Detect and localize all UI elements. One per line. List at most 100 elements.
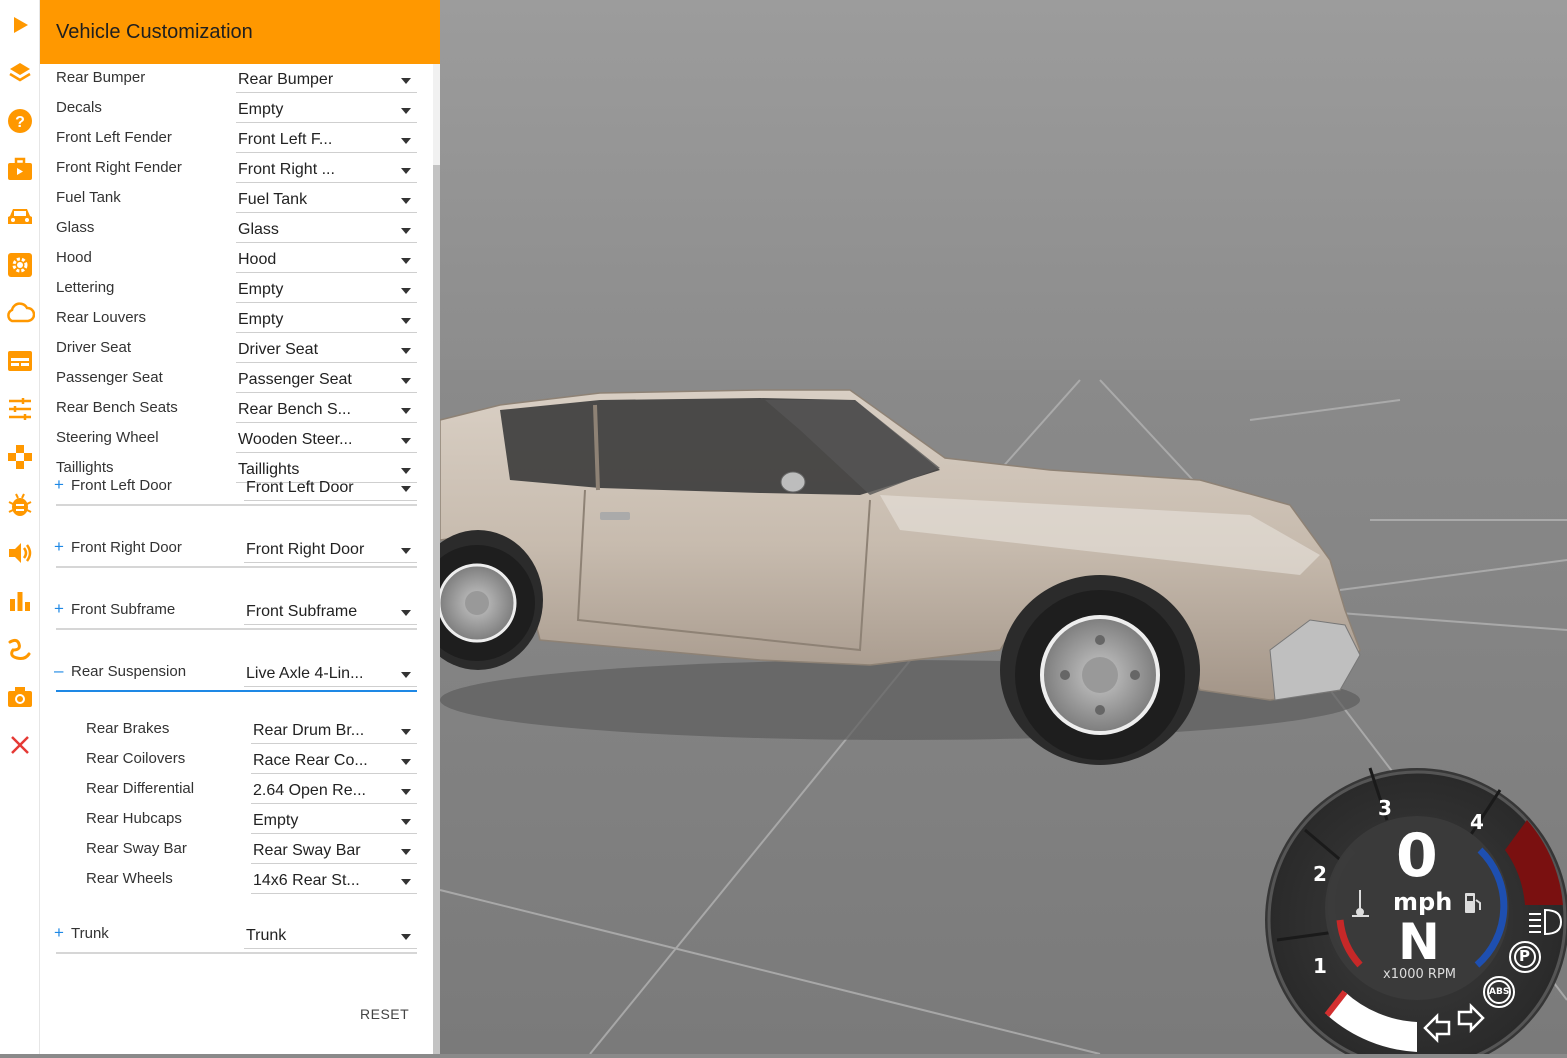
select-hood[interactable]: Hood	[236, 248, 417, 273]
select-front-right-fender[interactable]: Front Right ...	[236, 158, 417, 183]
part-label-hood: Hood	[56, 249, 92, 266]
section-label-rear-suspension[interactable]: Rear Suspension	[71, 663, 186, 680]
chevron-down-icon	[401, 78, 411, 84]
select-glass[interactable]: Glass	[236, 218, 417, 243]
select-steering-wheel[interactable]: Wooden Steer...	[236, 428, 417, 453]
reset-button[interactable]: RESET	[360, 1006, 409, 1022]
part-label-rear-bumper: Rear Bumper	[56, 69, 146, 86]
select-rear-hubcaps[interactable]: Empty	[251, 809, 417, 834]
speedometer-gauge: 1 2 3 4 0 mph N x1000 RPM P ABS	[1265, 760, 1567, 1058]
select-lettering[interactable]: Empty	[236, 278, 417, 303]
settings-gear-icon[interactable]	[5, 250, 35, 280]
rpm-label: x1000 RPM	[1383, 967, 1456, 982]
section-label-front-subframe[interactable]: Front Subframe	[71, 601, 175, 618]
select-front-left-door[interactable]: Front Left Door	[244, 476, 417, 501]
expand-toggle[interactable]: +	[54, 599, 64, 619]
select-front-right-door[interactable]: Front Right Door	[244, 538, 417, 563]
select-rear-wheels[interactable]: 14x6 Rear St...	[251, 869, 417, 894]
volume-icon[interactable]	[5, 538, 35, 568]
select-rear-bench-seats[interactable]: Rear Bench S...	[236, 398, 417, 423]
section-divider-active	[56, 690, 417, 692]
select-trunk[interactable]: Trunk	[244, 924, 417, 949]
part-label-rear-wheels: Rear Wheels	[86, 870, 173, 887]
chevron-down-icon	[401, 849, 411, 855]
chevron-down-icon	[401, 138, 411, 144]
tune-sliders-icon[interactable]	[5, 394, 35, 424]
route-icon[interactable]	[5, 634, 35, 664]
chevron-down-icon	[401, 759, 411, 765]
part-label-lettering: Lettering	[56, 279, 115, 296]
parking-brake-icon: P	[1519, 947, 1530, 965]
chevron-down-icon	[401, 789, 411, 795]
part-label-decals: Decals	[56, 99, 102, 116]
select-front-left-fender[interactable]: Front Left F...	[236, 128, 417, 153]
car-icon[interactable]	[5, 202, 35, 232]
side-icon-bar: ?	[0, 0, 40, 1054]
chevron-down-icon	[401, 288, 411, 294]
select-front-subframe[interactable]: Front Subframe	[244, 600, 417, 625]
bug-icon[interactable]	[5, 490, 35, 520]
select-rear-bumper[interactable]: Rear Bumper	[236, 68, 417, 93]
select-rear-louvers[interactable]: Empty	[236, 308, 417, 333]
chevron-down-icon	[401, 672, 411, 678]
chevron-down-icon	[401, 348, 411, 354]
chevron-down-icon	[401, 168, 411, 174]
parts-list[interactable]: Rear Bumper Rear Bumper Decals Empty Front L…	[40, 64, 433, 1054]
part-label-rear-coilovers: Rear Coilovers	[86, 750, 186, 767]
bar-chart-icon[interactable]	[5, 586, 35, 616]
select-rear-differential[interactable]: 2.64 Open Re...	[251, 779, 417, 804]
rpm-tick-2: 2	[1313, 862, 1327, 886]
chevron-down-icon	[401, 468, 411, 474]
expand-toggle[interactable]: +	[54, 475, 64, 495]
select-decals[interactable]: Empty	[236, 98, 417, 123]
panel-header: Vehicle Customization	[40, 0, 440, 64]
chevron-down-icon	[401, 610, 411, 616]
select-rear-suspension[interactable]: Live Axle 4-Lin...	[244, 662, 417, 687]
camera-icon[interactable]	[5, 682, 35, 712]
expand-toggle[interactable]: +	[54, 923, 64, 943]
speed-readout: 0	[1396, 821, 1438, 891]
briefcase-icon[interactable]	[5, 154, 35, 184]
dashboard-card-icon[interactable]	[5, 346, 35, 376]
chevron-down-icon	[401, 819, 411, 825]
cloud-icon[interactable]	[5, 298, 35, 328]
chevron-down-icon	[401, 108, 411, 114]
chevron-down-icon	[401, 729, 411, 735]
rpm-tick-3: 3	[1378, 796, 1392, 820]
select-fuel-tank[interactable]: Fuel Tank	[236, 188, 417, 213]
play-icon[interactable]	[5, 10, 35, 40]
part-label-front-left-fender: Front Left Fender	[56, 129, 172, 146]
select-rear-sway-bar[interactable]: Rear Sway Bar	[251, 839, 417, 864]
close-icon[interactable]	[5, 730, 35, 760]
section-divider	[56, 566, 417, 568]
section-label-front-right-door[interactable]: Front Right Door	[71, 539, 182, 556]
part-label-rear-bench-seats: Rear Bench Seats	[56, 399, 178, 416]
collapse-toggle[interactable]: –	[54, 661, 63, 681]
part-label-fuel-tank: Fuel Tank	[56, 189, 121, 206]
part-label-driver-seat: Driver Seat	[56, 339, 132, 356]
select-rear-brakes[interactable]: Rear Drum Br...	[251, 719, 417, 744]
expand-toggle[interactable]: +	[54, 537, 64, 557]
section-label-trunk[interactable]: Trunk	[71, 925, 109, 942]
part-label-glass: Glass	[56, 219, 95, 236]
part-label-taillights: Taillights	[56, 459, 114, 476]
select-passenger-seat[interactable]: Passenger Seat	[236, 368, 417, 393]
chevron-down-icon	[401, 228, 411, 234]
gear-indicator: N	[1398, 913, 1440, 971]
layers-icon[interactable]	[5, 58, 35, 88]
section-divider	[56, 504, 417, 506]
chevron-down-icon	[401, 934, 411, 940]
section-divider	[56, 628, 417, 630]
rpm-tick-4: 4	[1470, 810, 1484, 834]
select-rear-coilovers[interactable]: Race Rear Co...	[251, 749, 417, 774]
gamepad-icon[interactable]	[5, 442, 35, 472]
chevron-down-icon	[401, 378, 411, 384]
section-divider	[56, 952, 417, 954]
part-label-rear-sway-bar: Rear Sway Bar	[86, 840, 187, 857]
part-label-steering-wheel: Steering Wheel	[56, 429, 159, 446]
scrollbar-thumb[interactable]	[433, 165, 440, 1054]
section-label-front-left-door[interactable]: Front Left Door	[71, 477, 172, 494]
select-driver-seat[interactable]: Driver Seat	[236, 338, 417, 363]
chevron-down-icon	[401, 548, 411, 554]
help-icon[interactable]: ?	[5, 106, 35, 136]
